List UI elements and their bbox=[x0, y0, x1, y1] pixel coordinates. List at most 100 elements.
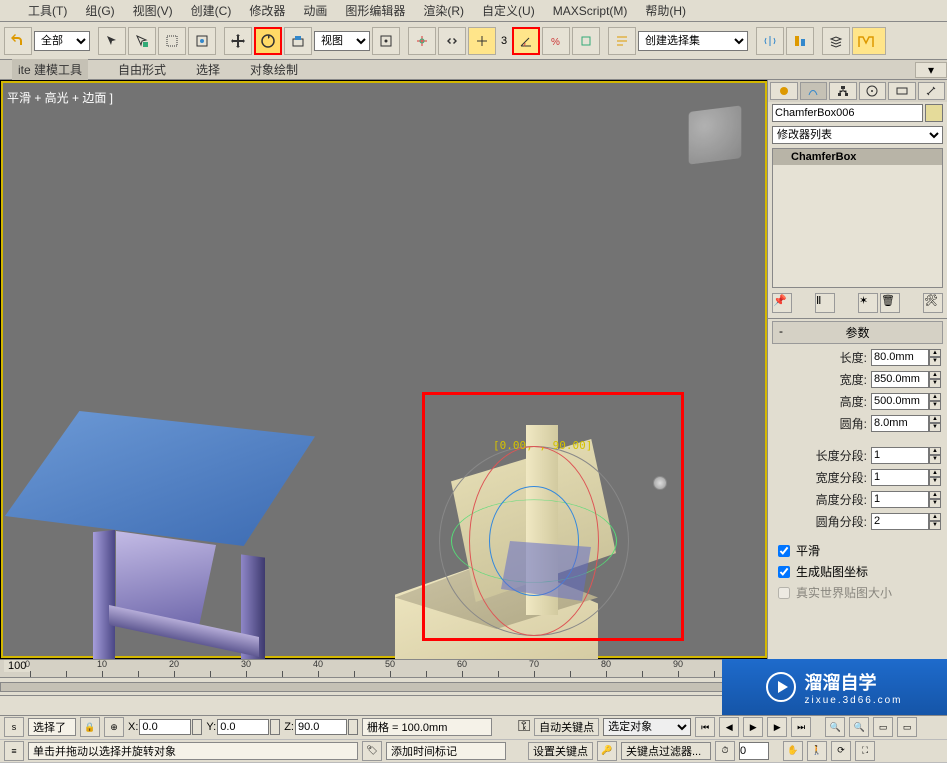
menu-item[interactable]: 修改器 bbox=[249, 2, 285, 19]
key-filters-button[interactable]: 关键点过滤器... bbox=[621, 742, 711, 760]
object-color-swatch[interactable] bbox=[925, 104, 943, 122]
menu-item[interactable]: MAXScript(M) bbox=[553, 4, 628, 18]
ribbon-collapse-icon[interactable]: ▾ bbox=[915, 62, 947, 78]
time-tag-icon[interactable]: 🏷 bbox=[362, 741, 382, 761]
pan-icon[interactable]: ✋ bbox=[783, 741, 803, 761]
selection-filter-dropdown[interactable]: 全部 bbox=[34, 31, 90, 51]
select-by-name-icon[interactable] bbox=[128, 27, 156, 55]
hierarchy-panel-icon[interactable] bbox=[829, 82, 857, 100]
motion-panel-icon[interactable] bbox=[859, 82, 887, 100]
abs-rel-icon[interactable]: ⊕ bbox=[104, 717, 124, 737]
remove-modifier-icon[interactable]: 🗑 bbox=[880, 293, 900, 313]
script-mini-icon[interactable]: ≡ bbox=[4, 741, 24, 761]
snap-2d-icon[interactable] bbox=[468, 27, 496, 55]
time-config-icon[interactable]: ⏱ bbox=[715, 741, 735, 761]
menu-item[interactable]: 自定义(U) bbox=[482, 2, 535, 19]
width-field[interactable] bbox=[871, 371, 929, 388]
menu-item[interactable]: 帮助(H) bbox=[645, 2, 686, 19]
y-coord-field[interactable] bbox=[217, 719, 269, 735]
tab-paint[interactable]: 对象绘制 bbox=[250, 61, 298, 78]
scale-icon[interactable] bbox=[284, 27, 312, 55]
set-key-icon[interactable]: 🔑 bbox=[597, 741, 617, 761]
move-icon[interactable] bbox=[224, 27, 252, 55]
utilities-panel-icon[interactable] bbox=[918, 82, 946, 100]
menu-item[interactable]: 视图(V) bbox=[133, 2, 173, 19]
named-selection-set-dropdown[interactable]: 创建选择集 bbox=[638, 31, 748, 51]
play-icon[interactable]: ▶ bbox=[743, 717, 763, 737]
real-world-checkbox[interactable] bbox=[778, 587, 790, 599]
keyboard-shortcut-icon[interactable] bbox=[438, 27, 466, 55]
zoom-all-icon[interactable]: 🔍 bbox=[849, 717, 869, 737]
param-label: 高度分段: bbox=[816, 491, 867, 508]
set-key-button[interactable]: 设置关键点 bbox=[528, 742, 593, 760]
spinner-snap-icon[interactable] bbox=[572, 27, 600, 55]
add-time-tag[interactable]: 添加时间标记 bbox=[386, 742, 506, 760]
orbit-icon[interactable]: ⟳ bbox=[831, 741, 851, 761]
menu-item[interactable]: 图形编辑器 bbox=[345, 2, 405, 19]
tab-modeling[interactable]: ite 建模工具 bbox=[12, 59, 88, 80]
select-icon[interactable] bbox=[98, 27, 126, 55]
tab-freeform[interactable]: 自由形式 bbox=[118, 61, 166, 78]
undo-icon[interactable] bbox=[4, 27, 32, 55]
lock-selection-icon[interactable]: 🔒 bbox=[80, 717, 100, 737]
max-viewport-icon[interactable]: ⛶ bbox=[855, 741, 875, 761]
named-sets-edit-icon[interactable] bbox=[608, 27, 636, 55]
layer-manager-icon[interactable] bbox=[822, 27, 850, 55]
create-panel-icon[interactable] bbox=[770, 82, 798, 100]
modify-panel-icon[interactable] bbox=[800, 82, 828, 100]
menu-item[interactable]: 渲染(R) bbox=[423, 2, 464, 19]
height-segs-field[interactable] bbox=[871, 491, 929, 508]
menu-item[interactable]: 组(G) bbox=[85, 2, 114, 19]
window-crossing-icon[interactable] bbox=[188, 27, 216, 55]
rect-region-icon[interactable] bbox=[158, 27, 186, 55]
align-icon[interactable] bbox=[786, 27, 814, 55]
length-field[interactable] bbox=[871, 349, 929, 366]
key-mode-dropdown[interactable]: 选定对象 bbox=[603, 718, 691, 736]
viewcube[interactable] bbox=[689, 105, 742, 164]
z-coord-field[interactable] bbox=[295, 719, 347, 735]
modifier-list-dropdown[interactable]: 修改器列表 bbox=[772, 126, 943, 144]
length-segs-field[interactable] bbox=[871, 447, 929, 464]
frame-field[interactable] bbox=[739, 742, 769, 760]
angle-snap-icon[interactable] bbox=[512, 27, 540, 55]
manipulate-icon[interactable] bbox=[408, 27, 436, 55]
zoom-icon[interactable]: 🔍 bbox=[825, 717, 845, 737]
x-coord-field[interactable] bbox=[139, 719, 191, 735]
param-label: 长度: bbox=[840, 349, 867, 366]
pin-stack-icon[interactable]: 📌 bbox=[772, 293, 792, 313]
display-panel-icon[interactable] bbox=[888, 82, 916, 100]
ref-coord-dropdown[interactable]: 视图 bbox=[314, 31, 370, 51]
mirror-icon[interactable] bbox=[756, 27, 784, 55]
configure-sets-icon[interactable]: 🛠 bbox=[923, 293, 943, 313]
prev-frame-icon[interactable]: ◀ bbox=[719, 717, 739, 737]
modifier-stack[interactable]: ChamferBox bbox=[772, 148, 943, 288]
fillet-field[interactable] bbox=[871, 415, 929, 432]
graphite-icon[interactable] bbox=[852, 27, 886, 55]
make-unique-icon[interactable]: ✶ bbox=[858, 293, 878, 313]
next-frame-icon[interactable]: ▶ bbox=[767, 717, 787, 737]
rollout-parameters[interactable]: 参数 bbox=[772, 321, 943, 344]
goto-end-icon[interactable]: ⏭ bbox=[791, 717, 811, 737]
goto-start-icon[interactable]: ⏮ bbox=[695, 717, 715, 737]
height-field[interactable] bbox=[871, 393, 929, 410]
gen-mapping-checkbox[interactable] bbox=[778, 566, 790, 578]
tab-selection[interactable]: 选择 bbox=[196, 61, 220, 78]
fov-icon[interactable]: ▭ bbox=[873, 717, 893, 737]
object-name-field[interactable] bbox=[772, 104, 923, 122]
rotate-icon[interactable] bbox=[254, 27, 282, 55]
menu-item[interactable]: 动画 bbox=[303, 2, 327, 19]
zoom-region-icon[interactable]: ▭ bbox=[897, 717, 917, 737]
modifier-stack-item[interactable]: ChamferBox bbox=[773, 149, 942, 165]
walk-icon[interactable]: 🚶 bbox=[807, 741, 827, 761]
menu-item[interactable]: 工具(T) bbox=[28, 2, 67, 19]
auto-key-button[interactable]: 自动关键点 bbox=[534, 718, 599, 736]
viewport[interactable]: 平滑 + 高光 + 边面 ] [0.00, , 90.00] bbox=[0, 80, 767, 659]
pivot-icon[interactable] bbox=[372, 27, 400, 55]
fillet-segs-field[interactable] bbox=[871, 513, 929, 530]
smooth-checkbox[interactable] bbox=[778, 545, 790, 557]
percent-snap-icon[interactable]: % bbox=[542, 27, 570, 55]
menu-item[interactable]: 创建(C) bbox=[191, 2, 232, 19]
show-end-result-icon[interactable]: Ⅱ bbox=[815, 293, 835, 313]
maxscript-listener-icon[interactable]: s bbox=[4, 717, 24, 737]
width-segs-field[interactable] bbox=[871, 469, 929, 486]
